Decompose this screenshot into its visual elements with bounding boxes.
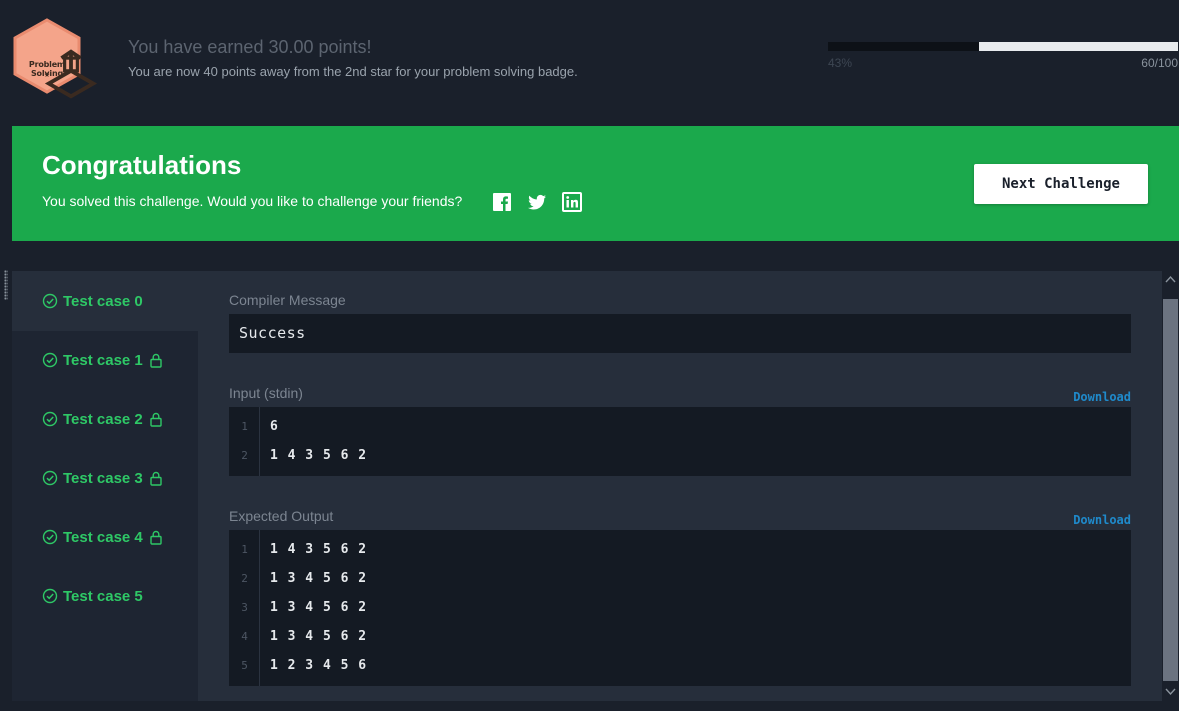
points-remaining-text: You are now 40 points away from the 2nd … xyxy=(128,64,578,79)
check-circle-icon xyxy=(42,411,58,427)
results-page: Problem Solving ★ You have earned 30.00 … xyxy=(0,0,1179,711)
check-circle-icon xyxy=(42,293,58,309)
problem-solving-badge[interactable]: Problem Solving ★ xyxy=(12,18,98,99)
check-circle-icon xyxy=(42,470,58,486)
lock-icon xyxy=(149,353,163,368)
vertical-scrollbar[interactable] xyxy=(1162,271,1179,701)
tab-test-case-4[interactable]: Test case 4 xyxy=(12,507,198,567)
code-line: 3 1 3 4 5 6 2 xyxy=(229,593,1131,622)
tab-test-case-2[interactable]: Test case 2 xyxy=(12,389,198,449)
input-code-block: 1621 4 3 5 6 2 xyxy=(229,407,1131,476)
line-number: 1 xyxy=(241,543,248,556)
line-number: 3 xyxy=(241,601,248,614)
line-number: 1 xyxy=(241,420,248,433)
badge-progress-track xyxy=(828,42,1178,51)
tab-label: Test case 0 xyxy=(63,292,143,310)
compiler-message: Success xyxy=(229,314,1131,353)
line-text: 1 3 4 5 6 2 xyxy=(270,600,368,615)
line-text: 6 xyxy=(270,419,279,434)
code-line: 2 1 4 3 5 6 2 xyxy=(229,441,1131,470)
lock-icon xyxy=(149,412,163,427)
tab-label: Test case 2 xyxy=(63,410,143,428)
test-case-details: Compiler Message Success Input (stdin) D… xyxy=(229,271,1131,701)
points-earned-title: You have earned 30.00 points! xyxy=(128,37,372,57)
line-number: 2 xyxy=(241,572,248,585)
line-number: 2 xyxy=(241,449,248,462)
badge-star-icon: ★ xyxy=(43,71,51,79)
code-line: 2 1 3 4 5 6 2 xyxy=(229,564,1131,593)
check-circle-icon xyxy=(42,588,58,604)
line-text: 1 3 4 5 6 2 xyxy=(270,571,368,586)
line-number: 4 xyxy=(241,630,248,643)
code-line: 5 1 2 3 4 5 6 xyxy=(229,651,1131,680)
badge-progress-bar: Problem Solving ★ You have earned 30.00 … xyxy=(0,0,1179,110)
tab-label: Test case 5 xyxy=(63,587,143,605)
scrollbar-thumb[interactable] xyxy=(1163,299,1178,681)
tab-label: Test case 1 xyxy=(63,351,143,369)
lock-icon xyxy=(149,471,163,486)
line-number: 5 xyxy=(241,659,248,672)
test-case-tabs: Test case 0 Test case 1 Test case 2 Test ca… xyxy=(12,271,198,701)
tab-test-case-0[interactable]: Test case 0 xyxy=(12,271,198,331)
linkedin-icon[interactable] xyxy=(562,192,582,212)
twitter-icon[interactable] xyxy=(527,192,547,212)
check-circle-icon xyxy=(42,529,58,545)
tab-test-case-3[interactable]: Test case 3 xyxy=(12,448,198,508)
line-text: 1 3 4 5 6 2 xyxy=(270,629,368,644)
line-text: 1 4 3 5 6 2 xyxy=(270,448,368,463)
scroll-down-icon[interactable] xyxy=(1165,686,1176,696)
download-input-link[interactable]: Download xyxy=(1073,390,1131,404)
next-challenge-button[interactable]: Next Challenge xyxy=(974,164,1148,204)
compiler-message-label: Compiler Message xyxy=(229,292,346,308)
facebook-icon[interactable] xyxy=(492,192,512,212)
tab-label: Test case 3 xyxy=(63,469,143,487)
check-circle-icon xyxy=(42,352,58,368)
expected-output-code-block: 1 1 4 3 5 6 2 2 1 3 4 5 6 2 3 1 3 4 5 6 2 4 1 3… xyxy=(229,530,1131,686)
congrats-subtitle: You solved this challenge. Would you lik… xyxy=(42,193,463,209)
code-line: 1 1 4 3 5 6 2 xyxy=(229,535,1131,564)
tab-test-case-5[interactable]: Test case 5 xyxy=(12,566,198,626)
resize-handle[interactable] xyxy=(4,270,8,300)
progress-fraction: 60/100 xyxy=(1141,56,1178,70)
line-text: 1 4 3 5 6 2 xyxy=(270,542,368,557)
lock-icon xyxy=(149,530,163,545)
tab-label: Test case 4 xyxy=(63,528,143,546)
congrats-title: Congratulations xyxy=(42,150,242,180)
scroll-up-icon[interactable] xyxy=(1165,275,1176,285)
input-label: Input (stdin) xyxy=(229,385,303,401)
download-expected-link[interactable]: Download xyxy=(1073,513,1131,527)
code-line: 4 1 3 4 5 6 2 xyxy=(229,622,1131,651)
code-line: 16 xyxy=(229,412,1131,441)
test-results-panel: Test case 0 Test case 1 Test case 2 Test ca… xyxy=(12,271,1162,701)
congratulations-banner: Congratulations You solved this challeng… xyxy=(12,126,1179,241)
badge-progress-fill xyxy=(978,42,1178,51)
progress-percent: 43% xyxy=(828,56,853,70)
line-text: 1 2 3 4 5 6 xyxy=(270,658,368,673)
expected-output-label: Expected Output xyxy=(229,508,334,524)
tab-test-case-1[interactable]: Test case 1 xyxy=(12,330,198,390)
